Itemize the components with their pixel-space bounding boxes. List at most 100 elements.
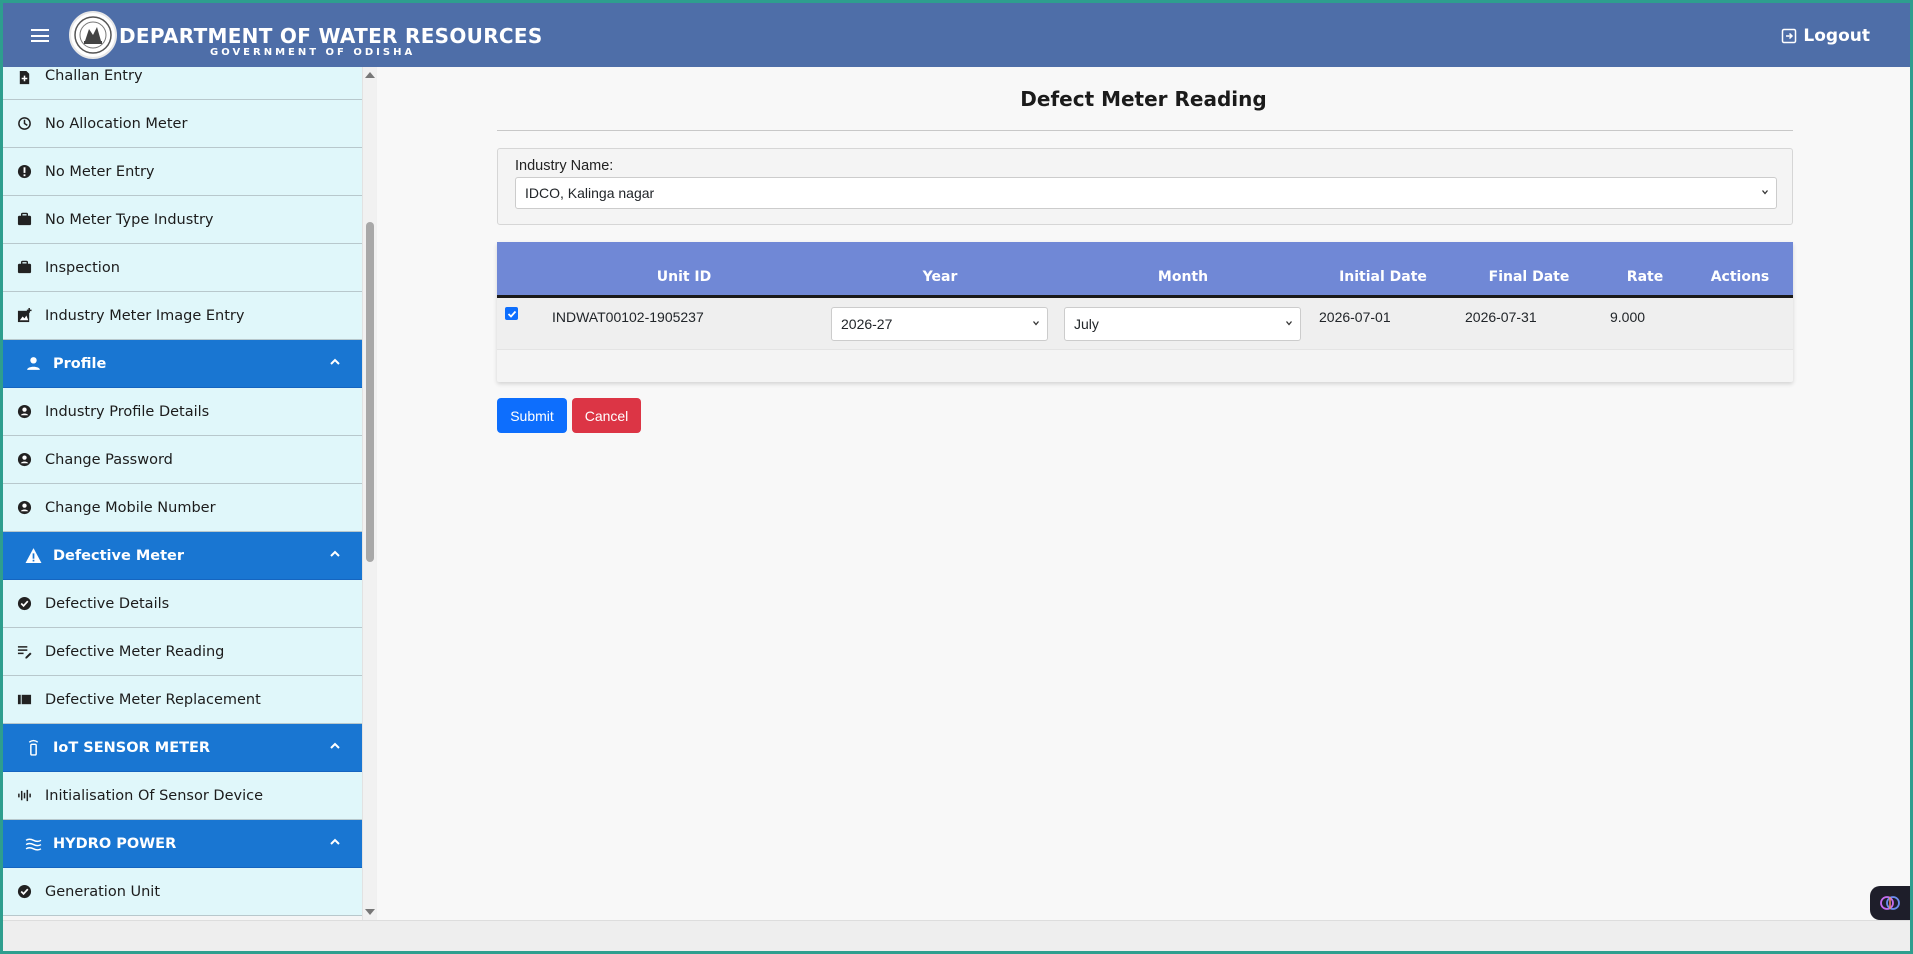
industry-name-label: Industry Name: [515, 158, 614, 174]
year-value: 2026-27 [841, 316, 893, 332]
scroll-down-arrow-icon[interactable] [365, 909, 375, 915]
chevron-down-icon [1033, 321, 1039, 326]
timer-icon [15, 115, 33, 133]
industry-name-select[interactable]: IDCO, Kalinga nagar [515, 177, 1777, 209]
sidebar-item-no-allocation-meter[interactable]: No Allocation Meter [3, 100, 364, 148]
alert-circle-icon [15, 163, 33, 181]
chevron-up-icon [330, 838, 340, 845]
waveform-icon [15, 787, 33, 805]
logout-label: Logout [1803, 26, 1870, 46]
sidebar-item-defective-details[interactable]: Defective Details [3, 580, 364, 628]
waves-icon [23, 835, 43, 853]
sidebar-item-generation-unit[interactable]: Generation Unit [3, 868, 364, 916]
column-header-unit-id: Unit ID [656, 269, 712, 285]
sidebar-section-label: Defective Meter [53, 547, 185, 564]
briefcase-icon [15, 259, 33, 277]
scrollbar-thumb[interactable] [366, 222, 374, 562]
file-plus-icon [15, 68, 33, 86]
sidebar-item-challan-entry[interactable]: Challan Entry [3, 67, 364, 100]
check-circle-icon [15, 883, 33, 901]
scroll-up-arrow-icon[interactable] [365, 72, 375, 78]
column-header-month: Month [1157, 269, 1209, 285]
sidebar-item-label: Industry Meter Image Entry [45, 307, 245, 324]
sidebar-item-defective-meter-reading[interactable]: Defective Meter Reading [3, 628, 364, 676]
sidebar-item-label: Challan Entry [45, 68, 143, 84]
column-header-final-date: Final Date [1488, 269, 1570, 285]
sidebar-section-label: Profile [53, 355, 107, 372]
person-icon [23, 355, 43, 373]
sidebar-scrollbar[interactable] [362, 67, 376, 920]
brain-icon [1880, 896, 1900, 910]
chevron-up-icon [330, 742, 340, 749]
column-header-rate: Rate [1626, 269, 1664, 285]
month-select[interactable]: July [1064, 307, 1301, 341]
sidebar-item-label: Defective Details [45, 595, 170, 612]
briefcase-icon [15, 211, 33, 229]
sidebar-section-profile[interactable]: Profile [3, 340, 364, 388]
cancel-button[interactable]: Cancel [572, 398, 641, 433]
chevron-up-icon [330, 550, 340, 557]
odisha-emblem-logo [69, 11, 117, 59]
edit-note-icon [15, 643, 33, 661]
defect-reading-table: Unit ID Year Month Initial Date Final Da… [497, 242, 1793, 382]
menu-icon[interactable] [31, 29, 49, 43]
title-divider [497, 130, 1793, 131]
submit-button[interactable]: Submit [497, 398, 567, 433]
logout-icon [1782, 28, 1797, 44]
column-header-actions: Actions [1710, 269, 1770, 285]
sidebar-item-label: Defective Meter Reading [45, 643, 225, 660]
department-title: DEPARTMENT OF WATER RESOURCES [119, 24, 543, 48]
chevron-down-icon [1762, 190, 1768, 195]
sidebar-item-label: Industry Profile Details [45, 403, 210, 420]
column-header-initial-date: Initial Date [1339, 269, 1427, 285]
sidebar-section-hydro-power[interactable]: HYDRO POWER [3, 820, 364, 868]
main-content: Defect Meter Reading Industry Name: IDCO… [377, 67, 1910, 920]
account-circle-icon [15, 451, 33, 469]
sidebar-nav: Challan Entry No Allocation Meter No Met… [3, 67, 365, 920]
bottom-bar [3, 920, 1910, 951]
list-icon [15, 691, 33, 709]
department-subtitle: GOVERNMENT OF ODISHA [210, 47, 416, 58]
sidebar-item-change-password[interactable]: Change Password [3, 436, 364, 484]
sidebar-section-defective-meter[interactable]: Defective Meter [3, 532, 364, 580]
row-checkbox[interactable] [505, 307, 518, 320]
sidebar-item-change-mobile-number[interactable]: Change Mobile Number [3, 484, 364, 532]
sidebar-item-inspection[interactable]: Inspection [3, 244, 364, 292]
final-date-cell: 2026-07-31 [1465, 309, 1537, 325]
industry-filter-card: Industry Name: IDCO, Kalinga nagar [497, 148, 1793, 225]
rate-cell: 9.000 [1610, 309, 1646, 325]
initial-date-cell: 2026-07-01 [1319, 309, 1391, 325]
sidebar-item-label: Inspection [45, 259, 120, 276]
month-value: July [1074, 316, 1099, 332]
account-circle-icon [15, 403, 33, 421]
image-plus-icon [15, 307, 33, 325]
logout-button[interactable]: Logout [1781, 26, 1870, 46]
chevron-down-icon [1286, 321, 1292, 326]
sidebar-item-label: Change Mobile Number [45, 499, 216, 516]
sidebar-item-industry-meter-image-entry[interactable]: Industry Meter Image Entry [3, 292, 364, 340]
sidebar-item-defective-meter-replacement[interactable]: Defective Meter Replacement [3, 676, 364, 724]
table-header: Unit ID Year Month Initial Date Final Da… [497, 242, 1793, 298]
sidebar-item-label: Change Password [45, 451, 173, 468]
account-circle-icon [15, 499, 33, 517]
sidebar-item-label: No Allocation Meter [45, 115, 188, 132]
sidebar-item-industry-profile-details[interactable]: Industry Profile Details [3, 388, 364, 436]
sidebar-section-iot-sensor-meter[interactable]: IoT SENSOR METER [3, 724, 364, 772]
column-header-year: Year [922, 269, 958, 285]
industry-name-value: IDCO, Kalinga nagar [525, 185, 655, 201]
app-header: DEPARTMENT OF WATER RESOURCES GOVERNMENT… [3, 3, 1910, 67]
sidebar-item-label: No Meter Entry [45, 163, 155, 180]
sidebar-item-label: No Meter Type Industry [45, 211, 214, 228]
sidebar-item-initialisation-of-sensor-device[interactable]: Initialisation Of Sensor Device [3, 772, 364, 820]
check-circle-icon [15, 595, 33, 613]
sidebar-item-no-meter-type-industry[interactable]: No Meter Type Industry [3, 196, 364, 244]
sensor-icon [23, 739, 43, 757]
sidebar-item-no-meter-entry[interactable]: No Meter Entry [3, 148, 364, 196]
assistant-widget-button[interactable] [1870, 886, 1910, 920]
sidebar-section-label: IoT SENSOR METER [53, 739, 211, 756]
page-title: Defect Meter Reading [1020, 87, 1267, 111]
year-select[interactable]: 2026-27 [831, 307, 1048, 341]
check-icon [507, 310, 516, 318]
sidebar-item-label: Defective Meter Replacement [45, 691, 261, 708]
warning-icon [23, 547, 43, 565]
